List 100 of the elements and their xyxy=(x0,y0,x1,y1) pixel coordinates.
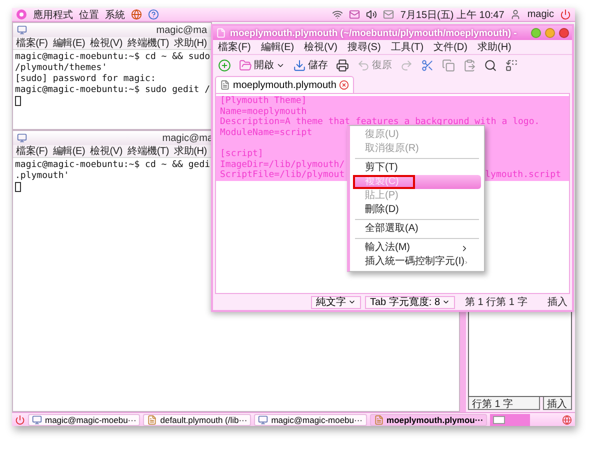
panel-menu[interactable]: 位置 xyxy=(79,8,99,22)
user-name[interactable]: magic xyxy=(527,9,554,20)
highlight-frame xyxy=(353,175,415,189)
taskbar-button[interactable]: moeplymouth.plymou··· xyxy=(370,414,488,426)
menu-item[interactable]: 求助(H) xyxy=(174,36,207,50)
paste-icon xyxy=(463,58,476,72)
envelope-icon[interactable] xyxy=(383,9,394,20)
document-icon xyxy=(220,80,230,90)
copy-icon xyxy=(442,58,455,72)
text-cursor xyxy=(15,182,21,192)
open-button[interactable]: 開啟 xyxy=(238,58,286,72)
new-button[interactable] xyxy=(217,58,232,72)
scissors-icon xyxy=(421,58,434,72)
menu-item[interactable]: 檔案(F) xyxy=(16,144,48,158)
cut-button[interactable] xyxy=(420,58,435,72)
insert-mode: 插入 xyxy=(546,296,568,309)
menu-item[interactable]: 編輯(E) xyxy=(52,36,86,50)
language-dropdown[interactable]: 純文字 xyxy=(311,296,361,308)
menu-item[interactable]: 文件(D) xyxy=(434,40,468,54)
globe-icon[interactable] xyxy=(562,414,572,424)
code-text: lymouth.script xyxy=(485,170,561,181)
save-button[interactable]: 儲存 xyxy=(292,58,329,72)
globe-icon[interactable] xyxy=(131,9,142,20)
menu-item[interactable]: 工具(T) xyxy=(390,40,424,54)
code-text: [Plymouth Theme] xyxy=(220,96,307,107)
caret-icon xyxy=(348,298,356,306)
search-icon xyxy=(484,58,497,72)
cursor-position: 第 1 行第 1 字 xyxy=(464,296,528,309)
replace-icon xyxy=(505,58,518,72)
flower-logo-icon xyxy=(16,9,27,20)
menu-item[interactable]: 輸入法(M) xyxy=(353,241,481,255)
menu-item[interactable]: 終端機(T) xyxy=(127,144,170,158)
menu-item[interactable]: 搜尋(S) xyxy=(347,40,381,54)
user-icon xyxy=(510,9,522,20)
find-button[interactable] xyxy=(483,58,498,72)
panel-menu[interactable]: 系統 xyxy=(105,8,125,22)
terminal-icon xyxy=(32,414,42,424)
taskbar-button[interactable]: magic@magic-moebu··· xyxy=(254,414,367,426)
menu-item[interactable]: 全部選取(A) xyxy=(353,222,481,236)
tab-width-dropdown[interactable]: Tab 字元寬度: 8 xyxy=(365,296,456,308)
workspace-switcher[interactable] xyxy=(490,414,530,426)
help-icon[interactable] xyxy=(148,9,159,20)
text-cursor xyxy=(15,96,21,106)
replace-button[interactable] xyxy=(504,58,519,72)
terminal-icon xyxy=(258,414,268,424)
redo-icon xyxy=(400,58,413,72)
panel-menu[interactable]: 應用程式 xyxy=(33,8,73,22)
menu-item[interactable]: 終端機(T) xyxy=(127,36,170,50)
save-icon xyxy=(293,58,306,72)
close-tab-icon[interactable] xyxy=(339,80,350,90)
text-editor[interactable] xyxy=(215,93,570,294)
volume-icon[interactable] xyxy=(366,9,378,20)
document-icon xyxy=(374,414,384,424)
terminal-line: [sudo] password for magic: xyxy=(15,74,156,85)
power-icon[interactable] xyxy=(560,9,571,20)
document-tab[interactable]: moeplymouth.plymouth xyxy=(215,76,354,93)
code-text: Description=A theme that features a background with a logo. xyxy=(220,117,540,128)
plus-icon xyxy=(218,58,231,72)
terminal-line: .plymouth' xyxy=(15,171,70,182)
code-text: ScriptFile=/lib/plymout xyxy=(220,170,345,181)
undo-icon xyxy=(357,58,370,72)
copy-button[interactable] xyxy=(441,58,456,72)
document-icon xyxy=(147,414,158,424)
mail-icon[interactable] xyxy=(349,9,360,20)
menu-item[interactable]: 檢視(V) xyxy=(90,144,122,158)
printer-icon xyxy=(336,58,349,72)
menu-item[interactable]: 求助(H) xyxy=(174,144,207,158)
window-title: magic@ma xyxy=(156,24,207,36)
menu-item[interactable]: 檢視(V) xyxy=(90,36,122,50)
menu-item[interactable]: 檔案(F) xyxy=(16,36,48,50)
menu-item[interactable]: 刪除(D) xyxy=(353,203,481,217)
code-text: ModuleName=script xyxy=(220,128,312,138)
code-text: ImageDir=/lib/plymouth/ xyxy=(220,160,345,170)
folder-icon xyxy=(239,58,252,72)
caret-icon xyxy=(442,298,450,306)
menu-item[interactable]: 求助(H) xyxy=(477,40,512,54)
menu-item[interactable]: 編輯(E) xyxy=(52,144,86,158)
terminal-line: magic@magic-moebuntu:~$ cd ~ && sudo xyxy=(15,52,210,63)
clock[interactable]: 7月15日(五) 上午 10:47 xyxy=(400,8,504,22)
code-text: [script] xyxy=(220,148,264,160)
window-title: moeplymouth.plymouth (~/moebuntu/plymouth/moeplymouth) - xyxy=(230,28,518,38)
close-button[interactable] xyxy=(559,28,569,38)
status-position: 行第 1 字 xyxy=(468,397,540,410)
menu-item[interactable]: 編輯(E) xyxy=(260,40,294,54)
terminal-line: magic@magic-moebuntu:~$ sudo gedit / xyxy=(15,85,210,96)
taskbar-button[interactable]: default.plymouth (/lib··· xyxy=(143,414,252,426)
terminal-icon xyxy=(17,25,27,35)
paste-button[interactable] xyxy=(462,58,477,72)
menu-item[interactable]: 檔案(F) xyxy=(218,40,251,54)
code-text: Name=moeplymouth xyxy=(220,106,307,117)
network-icon[interactable] xyxy=(332,9,344,20)
terminal-line: /plymouth/themes' xyxy=(15,63,108,74)
status-mode: 插入 xyxy=(542,397,572,410)
menu-item[interactable]: 插入統一碼控制字元(I) xyxy=(353,255,481,269)
menu-item[interactable]: 剪下(T) xyxy=(353,161,481,175)
power-icon[interactable] xyxy=(15,414,25,424)
taskbar-button[interactable]: magic@magic-moebu··· xyxy=(28,414,140,426)
print-button[interactable] xyxy=(335,58,350,72)
menu-item[interactable]: 檢視(V) xyxy=(304,40,338,54)
terminal-icon xyxy=(17,133,27,143)
